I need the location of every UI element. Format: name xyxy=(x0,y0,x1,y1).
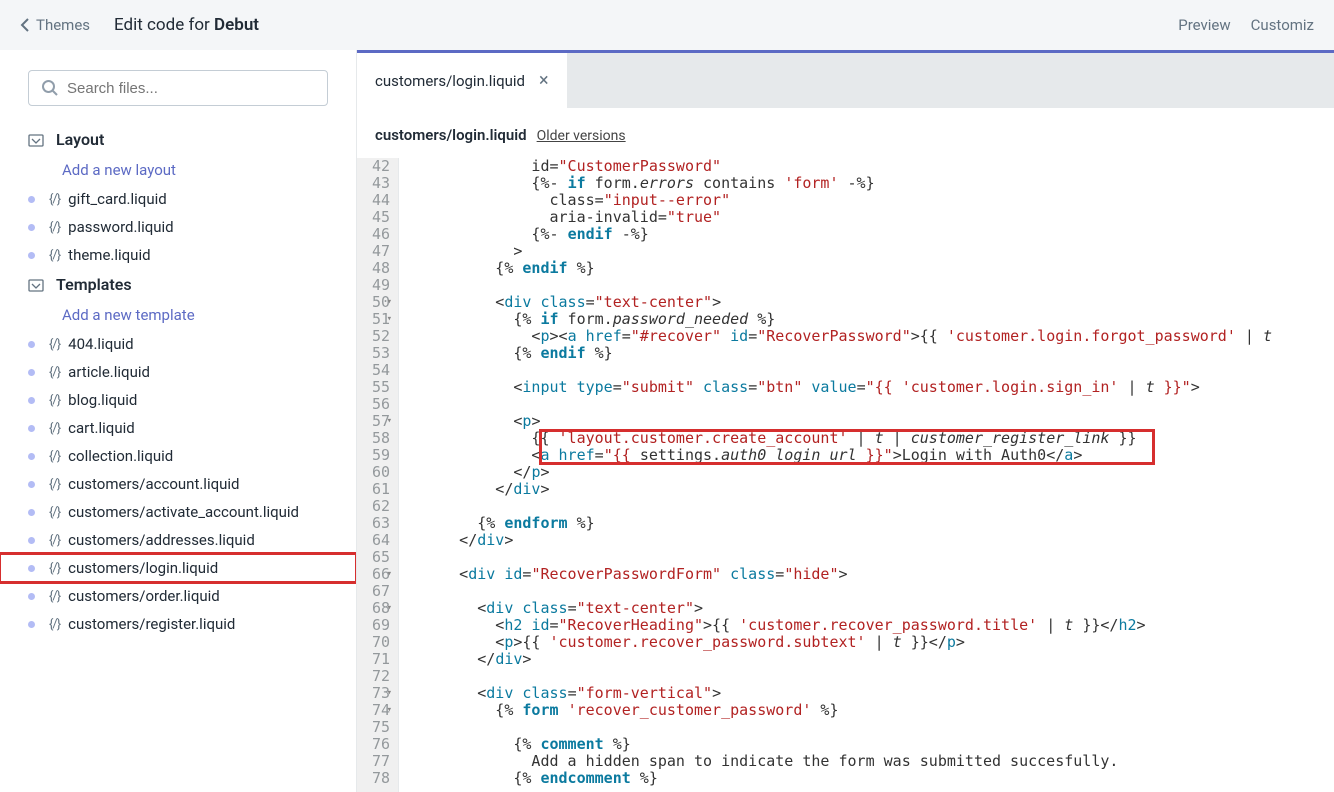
page-title: Edit code for Debut xyxy=(114,15,259,35)
file-item[interactable]: {/}customers/account.liquid xyxy=(0,470,356,498)
file-item[interactable]: {/}cart.liquid xyxy=(0,414,356,442)
file-item[interactable]: {/}gift_card.liquid xyxy=(0,185,356,213)
file-item[interactable]: {/}404.liquid xyxy=(0,330,356,358)
file-item[interactable]: {/}customers/order.liquid xyxy=(0,582,356,610)
file-item[interactable]: {/}article.liquid xyxy=(0,358,356,386)
file-item[interactable]: {/}blog.liquid xyxy=(0,386,356,414)
search-field[interactable] xyxy=(67,80,315,97)
code-editor[interactable]: 4243444546474849505152535455565758596061… xyxy=(357,158,1334,792)
file-item[interactable]: {/}customers/login.liquid xyxy=(0,554,356,582)
tab-login[interactable]: customers/login.liquid × xyxy=(357,53,568,108)
search-icon xyxy=(41,79,59,97)
code-content[interactable]: id="CustomerPassword" {%- if form.errors… xyxy=(399,158,1334,792)
file-item[interactable]: {/}collection.liquid xyxy=(0,442,356,470)
section-header[interactable]: Layout xyxy=(0,124,356,155)
file-item[interactable]: {/}customers/activate_account.liquid xyxy=(0,498,356,526)
editor: customers/login.liquid × customers/login… xyxy=(357,50,1334,792)
close-icon[interactable]: × xyxy=(539,72,549,90)
chevron-left-icon xyxy=(20,17,30,33)
line-gutter: 4243444546474849505152535455565758596061… xyxy=(357,158,399,792)
sidebar: LayoutAdd a new layout{/}gift_card.liqui… xyxy=(0,50,357,792)
file-item[interactable]: {/}customers/addresses.liquid xyxy=(0,526,356,554)
tabs-bar: customers/login.liquid × xyxy=(357,50,1334,108)
add-link[interactable]: Add a new template xyxy=(0,300,356,330)
older-versions-link[interactable]: Older versions xyxy=(537,128,626,144)
back-button[interactable]: Themes xyxy=(20,16,90,34)
add-link[interactable]: Add a new layout xyxy=(0,155,356,185)
file-item[interactable]: {/}theme.liquid xyxy=(0,241,356,269)
file-item[interactable]: {/}customers/register.liquid xyxy=(0,610,356,638)
file-item[interactable]: {/}password.liquid xyxy=(0,213,356,241)
preview-link[interactable]: Preview xyxy=(1178,16,1230,34)
header: Themes Edit code for Debut Preview Custo… xyxy=(0,0,1334,50)
tab-label: customers/login.liquid xyxy=(375,72,525,90)
back-label: Themes xyxy=(36,16,90,34)
file-name: customers/login.liquid xyxy=(375,126,527,144)
section-header[interactable]: Templates xyxy=(0,269,356,300)
search-input[interactable] xyxy=(28,70,328,106)
customize-link[interactable]: Customiz xyxy=(1251,16,1314,34)
file-header: customers/login.liquid Older versions xyxy=(357,108,1334,158)
